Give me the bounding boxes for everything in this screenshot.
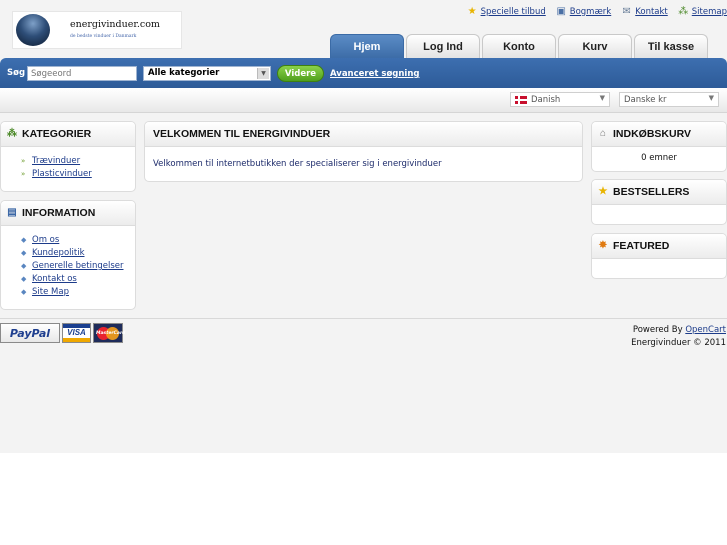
danish-flag-icon — [515, 95, 527, 104]
cart-box: ⌂ INDKØBSKURV 0 emner — [591, 121, 727, 172]
categories-body: » Trævinduer » Plasticvinduer — [1, 147, 135, 189]
copyright-text: Energivinduer © 2011 — [631, 338, 726, 348]
category-select-value: Alle kategorier — [148, 68, 220, 78]
visa-label: VISA — [67, 328, 86, 337]
welcome-title: VELKOMMEN TIL ENERGIVINDUER — [153, 128, 331, 140]
tab-account[interactable]: Konto — [482, 34, 556, 58]
logo-name: energivinduer.com — [70, 19, 160, 30]
info-item[interactable]: ◆ Om os — [21, 234, 127, 247]
chevron-down-icon: ▼ — [599, 94, 605, 102]
main-tabs: Hjem Log Ind Konto Kurv Til kasse — [330, 34, 708, 59]
info-link[interactable]: Generelle betingelser — [32, 260, 123, 273]
diamond-bullet-icon: ◆ — [21, 275, 27, 283]
tab-home[interactable]: Hjem — [330, 34, 404, 59]
bookmark-icon: ▣ — [556, 6, 566, 17]
sitemap-icon: ⁂ — [678, 6, 689, 17]
category-item[interactable]: » Plasticvinduer — [21, 168, 127, 181]
store-logo[interactable]: energivinduer.com de bedste vinduer i Da… — [12, 11, 182, 49]
info-item[interactable]: ◆ Site Map — [21, 286, 127, 299]
book-icon: ▤ — [7, 207, 17, 218]
information-header: ▤ INFORMATION — [1, 201, 135, 226]
featured-header: ✸ FEATURED — [592, 234, 726, 259]
special-offers-label[interactable]: Specielle tilbud — [481, 7, 546, 17]
contact-label[interactable]: Kontakt — [635, 7, 668, 17]
info-link[interactable]: Site Map — [32, 286, 69, 299]
category-item[interactable]: » Trævinduer — [21, 155, 127, 168]
bestsellers-title: BESTSELLERS — [613, 186, 690, 198]
diamond-bullet-icon: ◆ — [21, 262, 27, 270]
cart-header: ⌂ INDKØBSKURV — [592, 122, 726, 147]
search-bar: Søg Alle kategorier ▼ Videre Avanceret s… — [0, 58, 727, 88]
globe-logo-image — [16, 14, 50, 46]
footer: PayPal VISA MasterCard Powered By OpenCa… — [0, 318, 727, 349]
burst-icon: ✸ — [598, 240, 608, 251]
paypal-logo: PayPal — [0, 323, 60, 343]
welcome-box: VELKOMMEN TIL ENERGIVINDUER Velkommen ti… — [144, 121, 583, 182]
powered-by-text: Powered By — [632, 325, 683, 335]
info-item[interactable]: ◆ Generelle betingelser — [21, 260, 127, 273]
currency-value: Danske kr — [624, 94, 667, 105]
tab-checkout[interactable]: Til kasse — [634, 34, 708, 58]
categories-title: KATEGORIER — [22, 128, 92, 140]
categories-header: ⁂ KATEGORIER — [1, 122, 135, 147]
footer-credits: Powered By OpenCart Energivinduer © 2011 — [631, 324, 726, 350]
category-link[interactable]: Plasticvinduer — [32, 168, 92, 181]
info-item[interactable]: ◆ Kontakt os — [21, 273, 127, 286]
bookmark-link[interactable]: ▣ Bogmærk — [556, 6, 612, 17]
bestsellers-box: ★ BESTSELLERS — [591, 179, 727, 225]
information-title: INFORMATION — [22, 207, 96, 219]
category-link[interactable]: Trævinduer — [32, 155, 80, 168]
mastercard-icon: MasterCard — [93, 323, 126, 343]
star-icon: ★ — [598, 186, 608, 197]
advanced-search-link[interactable]: Avanceret søgning — [330, 69, 419, 79]
top-links: ★ Specielle tilbud ▣ Bogmærk ✉ Kontakt ⁂… — [467, 6, 727, 17]
info-item[interactable]: ◆ Kundepolitik — [21, 247, 127, 260]
page-background: energivinduer.com de bedste vinduer i Da… — [0, 0, 727, 453]
sitemap-link[interactable]: ⁂ Sitemap — [678, 6, 727, 17]
logo-slogan: de bedste vinduer i Danmark — [70, 34, 137, 39]
chevron-down-icon: ▼ — [257, 68, 269, 79]
bookmark-label[interactable]: Bogmærk — [570, 7, 611, 17]
cart-title: INDKØBSKURV — [613, 128, 691, 140]
category-select[interactable]: Alle kategorier ▼ — [143, 66, 271, 81]
diamond-bullet-icon: ◆ — [21, 249, 27, 257]
bestsellers-header: ★ BESTSELLERS — [592, 180, 726, 205]
featured-box: ✸ FEATURED — [591, 233, 727, 279]
info-link[interactable]: Kontakt os — [32, 273, 77, 286]
search-label: Søg — [7, 68, 26, 78]
tab-login[interactable]: Log Ind — [406, 34, 480, 58]
star-icon: ★ — [467, 6, 477, 17]
diamond-bullet-icon: ◆ — [21, 288, 27, 296]
tab-cart[interactable]: Kurv — [558, 34, 632, 58]
sitemap-label[interactable]: Sitemap — [692, 7, 727, 17]
featured-title: FEATURED — [613, 240, 670, 252]
arrow-bullet-icon: » — [21, 157, 26, 165]
currency-select[interactable]: Danske kr ▼ — [619, 92, 719, 107]
mail-icon: ✉ — [622, 6, 631, 17]
opencart-link[interactable]: OpenCart — [685, 325, 726, 335]
language-select[interactable]: Danish ▼ — [510, 92, 610, 107]
basket-icon: ⌂ — [599, 128, 607, 139]
mastercard-label: MasterCard — [96, 331, 126, 336]
category-tree-icon: ⁂ — [7, 128, 17, 139]
information-box: ▤ INFORMATION ◆ Om os ◆ Kundepolitik ◆ Gene… — [0, 200, 136, 310]
cart-contents: 0 emner — [641, 153, 677, 163]
visa-card-icon: VISA — [62, 323, 91, 343]
information-body: ◆ Om os ◆ Kundepolitik ◆ Generelle betingel… — [1, 226, 135, 307]
contact-link[interactable]: ✉ Kontakt — [621, 6, 668, 17]
info-link[interactable]: Om os — [32, 234, 59, 247]
arrow-bullet-icon: » — [21, 170, 26, 178]
search-input[interactable] — [27, 66, 137, 81]
welcome-header: VELKOMMEN TIL ENERGIVINDUER — [145, 122, 582, 147]
categories-box: ⁂ KATEGORIER » Trævinduer » Plasticvinduer — [0, 121, 136, 192]
language-value: Danish — [531, 94, 561, 105]
search-submit-button[interactable]: Videre — [277, 65, 324, 82]
diamond-bullet-icon: ◆ — [21, 236, 27, 244]
special-offers-link[interactable]: ★ Specielle tilbud — [467, 6, 546, 17]
chevron-down-icon: ▼ — [708, 94, 714, 102]
welcome-text: Velkommen til internetbutikken der speci… — [153, 159, 442, 169]
info-link[interactable]: Kundepolitik — [32, 247, 85, 260]
options-bar: Danish ▼ Danske kr ▼ — [0, 88, 727, 113]
